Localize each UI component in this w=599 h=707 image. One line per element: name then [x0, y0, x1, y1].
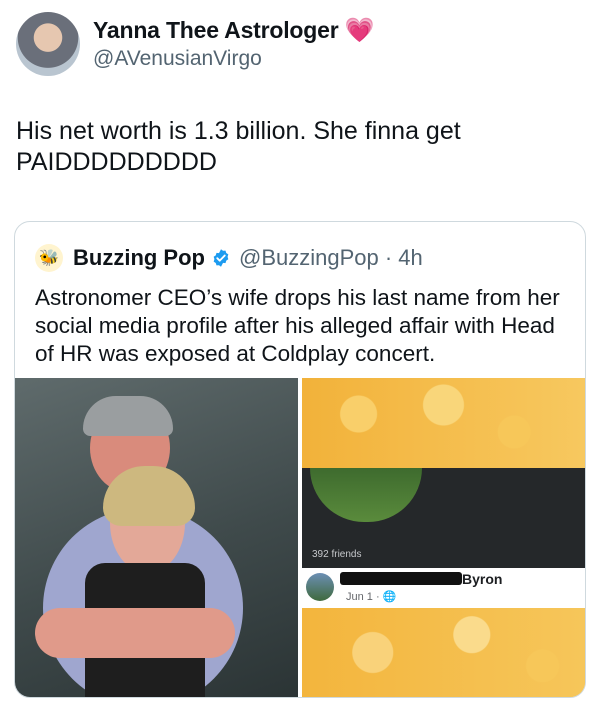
- quote-author-name[interactable]: Buzzing Pop: [73, 245, 205, 271]
- tweet-text: His net worth is 1.3 billion. She finna …: [16, 117, 461, 176]
- post-name: Byron: [462, 571, 503, 587]
- author-display-name-text: Yanna Thee Astrologer: [93, 17, 339, 43]
- tweet-author[interactable]: Yanna Thee Astrologer 💗 @AVenusianVirgo: [16, 12, 374, 76]
- profile-post: Byron Jun 1 · 🌐: [302, 568, 585, 608]
- pink-heart-icon: 💗: [344, 16, 375, 44]
- bee-avatar-icon[interactable]: 🐝: [35, 244, 63, 272]
- verified-badge-icon: [213, 249, 229, 267]
- post-date-text: Jun 1 ·: [346, 591, 380, 603]
- quote-handle-time[interactable]: @BuzzingPop · 4h: [239, 245, 423, 271]
- facebook-profile-screenshot[interactable]: 392 friends Byron Jun 1 · 🌐: [302, 378, 585, 697]
- author-display-name[interactable]: Yanna Thee Astrologer 💗: [93, 17, 374, 44]
- quoted-tweet[interactable]: 🐝 Buzzing Pop @BuzzingPop · 4h Astronome…: [14, 221, 586, 698]
- author-avatar[interactable]: [16, 12, 80, 76]
- globe-icon: 🌐: [382, 591, 397, 603]
- quote-media[interactable]: 392 friends Byron Jun 1 · 🌐: [15, 378, 585, 697]
- quote-header: 🐝 Buzzing Pop @BuzzingPop · 4h: [35, 244, 423, 272]
- honeycomb-pattern-bottom: [302, 608, 585, 697]
- honeycomb-pattern-top: [302, 378, 585, 468]
- post-date: Jun 1 · 🌐: [346, 590, 396, 603]
- post-avatar: [306, 573, 334, 601]
- quote-text: Astronomer CEO’s wife drops his last nam…: [35, 285, 560, 366]
- redacted-name: [340, 572, 462, 585]
- concert-photo[interactable]: [15, 378, 298, 697]
- author-names: Yanna Thee Astrologer 💗 @AVenusianVirgo: [93, 17, 374, 71]
- author-handle[interactable]: @AVenusianVirgo: [93, 47, 374, 71]
- friends-count: 392 friends: [312, 549, 362, 560]
